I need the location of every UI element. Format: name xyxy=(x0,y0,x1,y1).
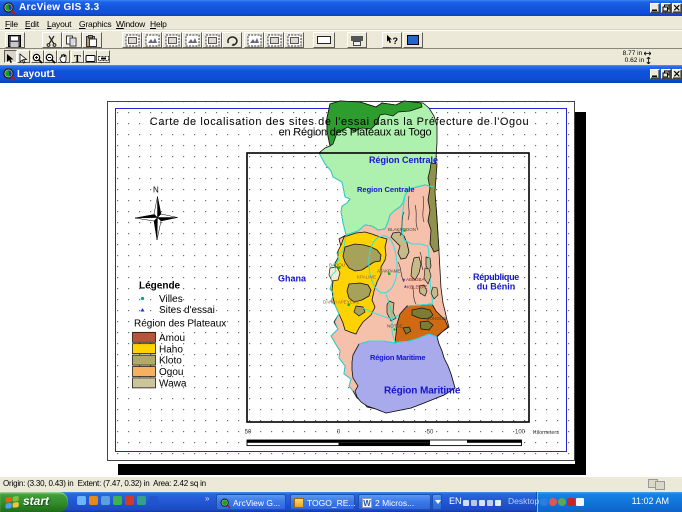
svg-text:50: 50 xyxy=(427,430,434,436)
svg-text:T: T xyxy=(74,54,81,64)
svg-text:BLAKPODON: BLAKPODON xyxy=(388,227,416,232)
svg-text:KELEKPE: KELEKPE xyxy=(407,285,428,290)
svg-text:Région Maritime: Région Maritime xyxy=(384,386,461,397)
svg-text:Région Centrale: Région Centrale xyxy=(369,155,438,165)
svg-text:République: République xyxy=(473,272,519,282)
svg-text:du Bénin: du Bénin xyxy=(477,282,516,292)
svg-text:50: 50 xyxy=(245,430,252,436)
svg-text:Region Centrale: Region Centrale xyxy=(357,185,415,194)
svg-text:Ghana: Ghana xyxy=(278,274,307,284)
svg-text:BADOU: BADOU xyxy=(329,263,345,268)
svg-text:Kloto: Kloto xyxy=(159,356,182,367)
svg-text:Région Maritime: Région Maritime xyxy=(370,353,425,362)
svg-text:Haho: Haho xyxy=(159,344,183,355)
svg-text:Wawa: Wawa xyxy=(159,379,187,390)
svg-text:DANYI APEYEME: DANYI APEYEME xyxy=(323,300,360,305)
svg-text:Légende: Légende xyxy=(139,281,181,292)
svg-text:N: N xyxy=(153,186,159,195)
svg-text:en Région des Plateaux au Togo: en Région des Plateaux au Togo xyxy=(279,127,432,139)
svg-text:Région des Plateaux: Région des Plateaux xyxy=(134,319,226,330)
svg-text:100: 100 xyxy=(515,430,526,436)
svg-text:Kilometers: Kilometers xyxy=(533,430,559,436)
svg-text:Sites d'essai: Sites d'essai xyxy=(159,305,215,316)
svg-text:Villes: Villes xyxy=(159,294,183,305)
svg-text:KPALIME: KPALIME xyxy=(357,275,376,280)
svg-text:Ogou: Ogou xyxy=(159,367,183,378)
svg-text:ABEGBA: ABEGBA xyxy=(406,277,425,282)
svg-text:?: ? xyxy=(393,36,399,46)
svg-text:Amou: Amou xyxy=(159,333,185,344)
svg-text:NOTSE: NOTSE xyxy=(387,324,403,329)
svg-text:TOHOUN: TOHOUN xyxy=(427,316,446,321)
